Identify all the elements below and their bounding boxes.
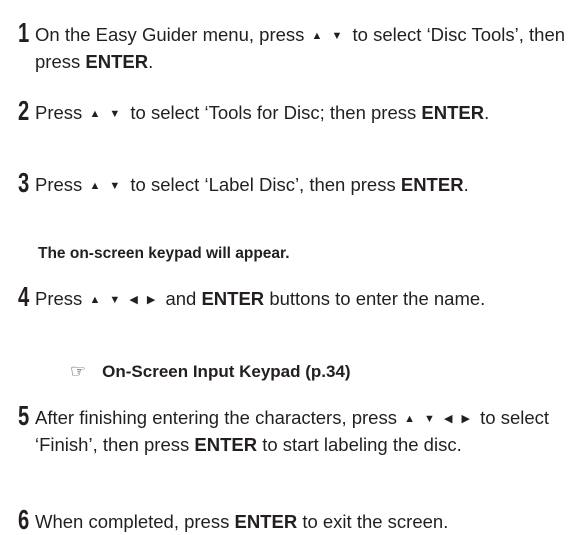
enter-key-label: ENTER bbox=[400, 174, 464, 195]
step-text: Press ▲ ▼ to select ‘Label Disc’, then p… bbox=[35, 174, 469, 195]
direction-arrows-icon: ▲ ▼ ◀ ▶ bbox=[89, 294, 159, 306]
up-down-arrows-icon: ▲ ▼ bbox=[311, 30, 346, 42]
step-text: Press ▲ ▼ to select ‘Tools for Disc; the… bbox=[35, 102, 490, 123]
step-number: 5 bbox=[18, 400, 30, 431]
step-text: Press ▲ ▼ ◀ ▶ and ENTER buttons to enter… bbox=[35, 288, 486, 309]
enter-key-label: ENTER bbox=[201, 288, 265, 309]
keypad-note: The on-screen keypad will appear. bbox=[38, 245, 290, 262]
step-text: After finishing entering the characters,… bbox=[35, 407, 550, 455]
enter-key-label: ENTER bbox=[234, 511, 298, 532]
step-number: 4 bbox=[18, 281, 30, 312]
direction-arrows-icon: ▲ ▼ ◀ ▶ bbox=[404, 413, 473, 425]
keypad-reference: ☞ On-Screen Input Keypad (p.34) bbox=[70, 361, 351, 382]
reference-text: On-Screen Input Keypad (p.34) bbox=[102, 362, 351, 381]
step-number: 1 bbox=[18, 17, 30, 48]
step-number: 2 bbox=[18, 95, 30, 126]
step-number: 3 bbox=[18, 167, 30, 198]
up-down-arrows-icon: ▲ ▼ bbox=[89, 180, 124, 192]
step-number: 6 bbox=[18, 504, 30, 535]
enter-key-label: ENTER bbox=[194, 434, 258, 455]
pointing-hand-icon: ☞ bbox=[70, 361, 87, 381]
step-text: On the Easy Guider menu, press ▲ ▼ to se… bbox=[35, 24, 566, 72]
up-down-arrows-icon: ▲ ▼ bbox=[89, 108, 124, 120]
enter-key-label: ENTER bbox=[421, 102, 485, 123]
enter-key-label: ENTER bbox=[85, 51, 149, 72]
step-text: When completed, press ENTER to exit the … bbox=[35, 511, 449, 532]
